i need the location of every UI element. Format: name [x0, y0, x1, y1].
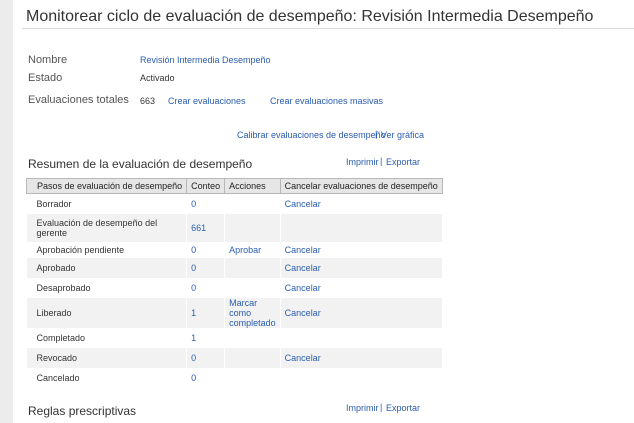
count-link[interactable]: 1	[191, 308, 196, 318]
table-row: Evaluación de desempeño del gerente 661	[26, 213, 443, 242]
count-link[interactable]: 0	[191, 245, 196, 255]
link-separator: |	[375, 129, 378, 139]
step-cell: Desaprobado	[26, 277, 188, 298]
table-row: Desaprobado 0 Cancelar	[26, 277, 443, 298]
summary-section-title: Resumen de la evaluación de desempeño	[28, 157, 253, 171]
step-cell: Completado	[26, 327, 188, 348]
summary-print-link[interactable]: Imprimir	[346, 157, 379, 167]
count-link[interactable]: 0	[191, 373, 196, 383]
step-cell: Borrador	[26, 193, 188, 214]
cancel-link[interactable]: Cancelar	[285, 353, 321, 363]
count-link[interactable]: 0	[191, 263, 196, 273]
step-cell: Evaluación de desempeño del gerente	[26, 213, 188, 242]
cancel-link[interactable]: Cancelar	[285, 199, 321, 209]
count-link[interactable]: 1	[191, 333, 196, 343]
evaluation-summary-table: Pasos de evaluación de desempeño Conteo …	[25, 178, 443, 388]
cancel-link[interactable]: Cancelar	[285, 245, 321, 255]
cancel-link[interactable]: Cancelar	[285, 308, 321, 318]
column-header-step: Pasos de evaluación de desempeño	[25, 178, 188, 194]
step-cell: Cancelado	[26, 367, 188, 388]
cancel-link[interactable]: Cancelar	[285, 283, 321, 293]
count-link[interactable]: 0	[191, 353, 196, 363]
table-row: Aprobación pendiente 0 Aprobar Cancelar	[26, 241, 443, 258]
count-link[interactable]: 0	[191, 199, 196, 209]
table-row: Borrador 0 Cancelar	[26, 193, 443, 214]
cycle-name-link[interactable]: Revisión Intermedia Desempeño	[140, 55, 271, 65]
table-row: Aprobado 0 Cancelar	[26, 257, 443, 278]
count-link[interactable]: 661	[191, 223, 206, 233]
table-row: Completado 1	[26, 327, 443, 348]
name-label: Nombre	[28, 54, 68, 66]
step-cell: Revocado	[26, 347, 188, 368]
cancel-link[interactable]: Cancelar	[285, 263, 321, 273]
title-divider	[22, 28, 634, 29]
count-link[interactable]: 0	[191, 283, 196, 293]
mark-completed-link[interactable]: Marcar como completado	[229, 298, 276, 328]
calibrate-evaluations-link[interactable]: Calibrar evaluaciones de desempeño	[237, 130, 386, 140]
table-row: Cancelado 0	[26, 367, 443, 388]
total-evaluations-value: 663	[140, 96, 156, 106]
rules-link-separator: |	[380, 402, 383, 412]
prescriptive-rules-title: Reglas prescriptivas	[28, 404, 137, 418]
page-title: Monitorear ciclo de evaluación de desemp…	[26, 8, 594, 25]
column-header-count: Conteo	[186, 178, 226, 194]
step-cell: Liberado	[26, 297, 188, 328]
step-cell: Aprobación pendiente	[26, 241, 188, 258]
rules-print-link[interactable]: Imprimir	[346, 403, 379, 413]
table-row: Revocado 0 Cancelar	[26, 347, 443, 368]
approve-link[interactable]: Aprobar	[229, 245, 261, 255]
column-header-cancel: Cancelar evaluaciones de desempeño	[279, 178, 443, 194]
column-header-actions: Acciones	[224, 178, 281, 194]
left-sidebar-strip	[0, 0, 13, 423]
rules-export-link[interactable]: Exportar	[386, 403, 420, 413]
total-evaluations-label: Evaluaciones totales	[28, 94, 129, 106]
table-header-row: Pasos de evaluación de desempeño Conteo …	[25, 178, 443, 194]
summary-link-separator: |	[380, 156, 383, 166]
summary-export-link[interactable]: Exportar	[386, 157, 420, 167]
step-cell: Aprobado	[26, 257, 188, 278]
status-value: Activado	[140, 73, 175, 83]
view-chart-link[interactable]: Ver gráfica	[381, 130, 424, 140]
table-row: Liberado 1 Marcar como completado Cancel…	[26, 297, 443, 328]
create-evaluations-link[interactable]: Crear evaluaciones	[168, 96, 246, 106]
create-mass-evaluations-link[interactable]: Crear evaluaciones masivas	[270, 96, 383, 106]
status-label: Estado	[28, 72, 63, 84]
